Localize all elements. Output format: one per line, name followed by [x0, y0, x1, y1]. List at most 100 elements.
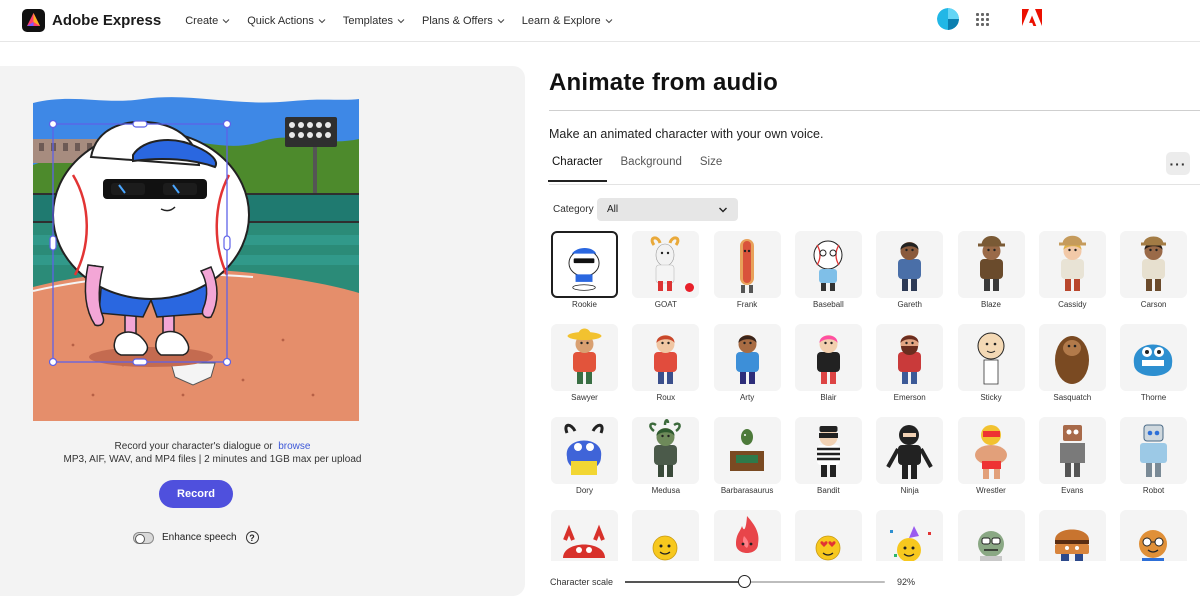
- more-options-button[interactable]: ···: [1166, 152, 1190, 175]
- adobe-express-logo-icon: [22, 9, 45, 32]
- category-dropdown[interactable]: All: [597, 198, 738, 221]
- character-name: Robot: [1142, 486, 1165, 495]
- character-card[interactable]: Barbarasaurus: [713, 417, 781, 497]
- character-card[interactable]: Ninja: [876, 417, 944, 497]
- character-name: Cassidy: [1058, 300, 1087, 309]
- character-preview-canvas[interactable]: [33, 95, 359, 421]
- character-card[interactable]: [632, 510, 700, 561]
- nav-create[interactable]: Create: [185, 15, 230, 27]
- character-card[interactable]: Gareth: [876, 231, 944, 311]
- character-card[interactable]: Rookie: [551, 231, 618, 311]
- character-card[interactable]: Baseball: [794, 231, 862, 311]
- record-button[interactable]: Record: [159, 480, 233, 508]
- character-name: Dory: [576, 486, 593, 495]
- character-card[interactable]: [957, 510, 1025, 561]
- character-card[interactable]: Blaze: [957, 231, 1025, 311]
- enhance-speech-row: Enhance speech ?: [133, 531, 259, 544]
- character-card[interactable]: Carson: [1120, 231, 1188, 311]
- character-scale-fill: [625, 581, 745, 583]
- red-crab-icon: [551, 510, 618, 561]
- character-name: Arty: [739, 393, 755, 402]
- character-scale-slider[interactable]: [625, 575, 885, 588]
- character-name: Ninja: [900, 486, 919, 495]
- top-navigation-bar: Adobe Express Create Quick Actions Templ…: [0, 0, 1200, 42]
- preview-panel: Record your character's dialogue or brow…: [0, 66, 525, 596]
- character-scale-handle[interactable]: [738, 575, 752, 588]
- character-card[interactable]: Sticky: [957, 324, 1025, 404]
- browse-link[interactable]: browse: [278, 441, 310, 452]
- pink-hair-girl-icon: [794, 324, 862, 391]
- yellow-emoji-icon: [632, 510, 700, 561]
- party-emoji-icon: [876, 510, 944, 561]
- character-card[interactable]: Thorne: [1120, 324, 1188, 404]
- help-icon[interactable]: ?: [245, 531, 259, 544]
- character-name: Blaze: [980, 300, 1001, 309]
- app-switcher-grid-icon[interactable]: [976, 13, 989, 26]
- chevron-down-icon: [497, 18, 505, 23]
- character-card[interactable]: Blair: [794, 324, 862, 404]
- character-card[interactable]: Wrestler: [957, 417, 1025, 497]
- bearded-man-icon: [876, 324, 944, 391]
- chevron-down-icon: [397, 18, 405, 23]
- character-name: Gareth: [897, 300, 922, 309]
- sombrero-man-icon: [551, 324, 618, 391]
- tab-size[interactable]: Size: [700, 156, 722, 182]
- nav-templates-label: Templates: [342, 14, 394, 27]
- character-card[interactable]: [713, 510, 781, 561]
- adobe-logo-icon[interactable]: [1022, 9, 1042, 27]
- character-card[interactable]: Bandit: [794, 417, 862, 497]
- upload-instructions: Record your character's dialogue or brow…: [0, 440, 425, 466]
- hotdog-icon: [713, 231, 781, 298]
- nav-learn-explore[interactable]: Learn & Explore: [522, 15, 613, 27]
- character-scale-label: Character scale: [550, 577, 614, 587]
- character-card[interactable]: Sawyer: [551, 324, 618, 404]
- character-name: Blair: [820, 393, 837, 402]
- cowboy-icon: [957, 231, 1025, 298]
- page-subtitle: Make an animated character with your own…: [549, 127, 824, 141]
- character-card[interactable]: [876, 510, 944, 561]
- character-card[interactable]: [1120, 510, 1188, 561]
- character-card[interactable]: Arty: [713, 324, 781, 404]
- character-card[interactable]: Frank: [713, 231, 781, 311]
- character-card[interactable]: Robot: [1120, 417, 1188, 497]
- character-card[interactable]: [794, 510, 862, 561]
- character-card[interactable]: Sasquatch: [1038, 324, 1106, 404]
- category-label: Category: [553, 204, 594, 215]
- character-grid: Rookie GOAT Frank Baseball Gareth Blaze Cassid…: [551, 231, 1200, 561]
- character-card[interactable]: Dory: [551, 417, 618, 497]
- title-divider: [549, 110, 1200, 111]
- nav-plans-offers[interactable]: Plans & Offers: [422, 15, 505, 27]
- nav-quick-actions[interactable]: Quick Actions: [247, 15, 326, 27]
- tab-background[interactable]: Background: [621, 156, 682, 182]
- character-card[interactable]: Evans: [1038, 417, 1106, 497]
- character-card[interactable]: Medusa: [632, 417, 700, 497]
- upload-file-note: MP3, AIF, WAV, and MP4 files | 2 minutes…: [63, 454, 362, 465]
- baseball-field-scene: [33, 95, 359, 421]
- boy-curly-hair-icon: [713, 324, 781, 391]
- settings-tabs: Character Background Size: [548, 156, 740, 182]
- enhance-speech-toggle[interactable]: [133, 531, 154, 544]
- ninja-icon: [876, 417, 944, 484]
- cowboy-vest-icon: [1120, 231, 1188, 298]
- character-card[interactable]: Emerson: [876, 324, 944, 404]
- character-card[interactable]: Roux: [632, 324, 700, 404]
- character-name: Sawyer: [571, 393, 598, 402]
- character-card[interactable]: [1038, 510, 1106, 561]
- app-name: Adobe Express: [52, 12, 162, 29]
- character-card[interactable]: [551, 510, 618, 561]
- character-card[interactable]: GOAT: [632, 231, 700, 311]
- medusa-icon: [632, 417, 700, 484]
- chevron-down-icon: [719, 207, 727, 212]
- page-title: Animate from audio: [549, 69, 778, 96]
- tab-character[interactable]: Character: [548, 156, 607, 182]
- character-name: Sticky: [980, 393, 1002, 402]
- nav-templates[interactable]: Templates: [343, 15, 405, 27]
- adobe-express-home-link[interactable]: Adobe Express: [22, 9, 161, 32]
- tabs-divider: [549, 184, 1200, 185]
- nav-quick-actions-label: Quick Actions: [247, 14, 314, 27]
- nav-plans-offers-label: Plans & Offers: [422, 14, 493, 27]
- heart-eyes-emoji-icon: [794, 510, 862, 561]
- user-avatar[interactable]: [937, 8, 959, 30]
- fire-blob-icon: [713, 510, 781, 561]
- character-card[interactable]: Cassidy: [1038, 231, 1106, 311]
